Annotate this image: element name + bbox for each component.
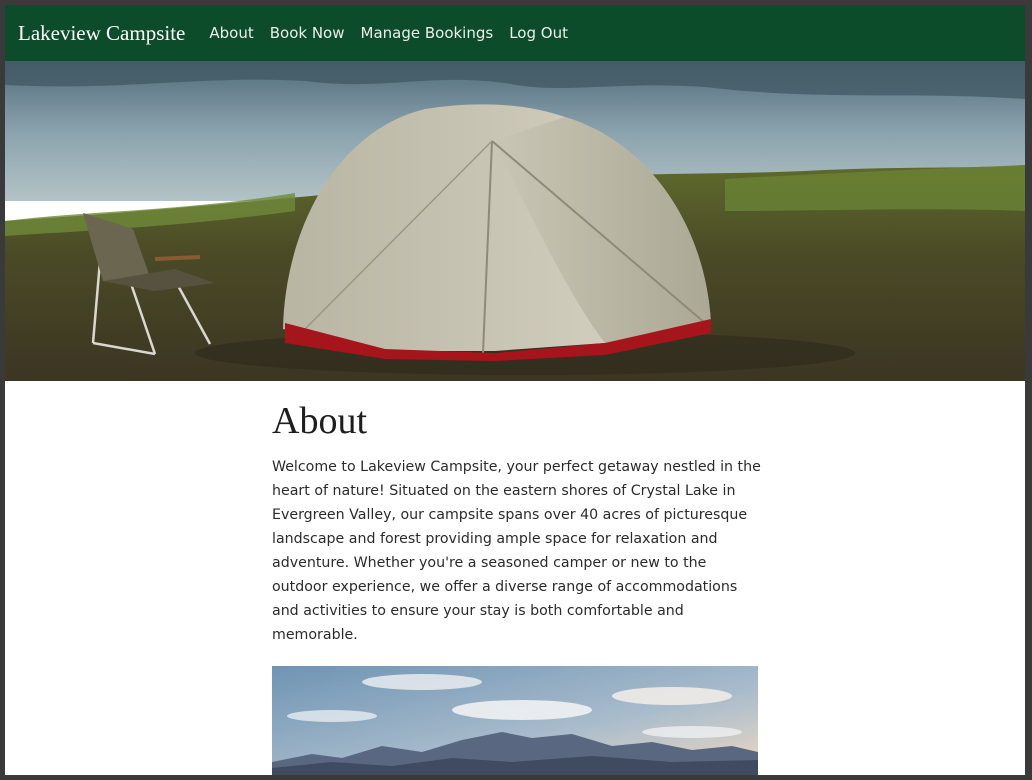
about-section: About Welcome to Lakeview Campsite, your… <box>272 381 762 647</box>
browser-viewport: Lakeview Campsite About Book Now Manage … <box>5 5 1025 775</box>
nav-link-log-out[interactable]: Log Out <box>509 24 568 42</box>
nav-link-about[interactable]: About <box>209 24 253 42</box>
navbar: Lakeview Campsite About Book Now Manage … <box>5 5 1025 61</box>
about-paragraph: Welcome to Lakeview Campsite, your perfe… <box>272 459 761 643</box>
page-title: About <box>272 400 367 442</box>
mountain-image <box>272 666 758 775</box>
nav-link-book-now[interactable]: Book Now <box>270 24 345 42</box>
hero-image <box>5 61 1025 381</box>
nav-link-manage-bookings[interactable]: Manage Bookings <box>361 24 494 42</box>
site-brand[interactable]: Lakeview Campsite <box>18 21 185 46</box>
